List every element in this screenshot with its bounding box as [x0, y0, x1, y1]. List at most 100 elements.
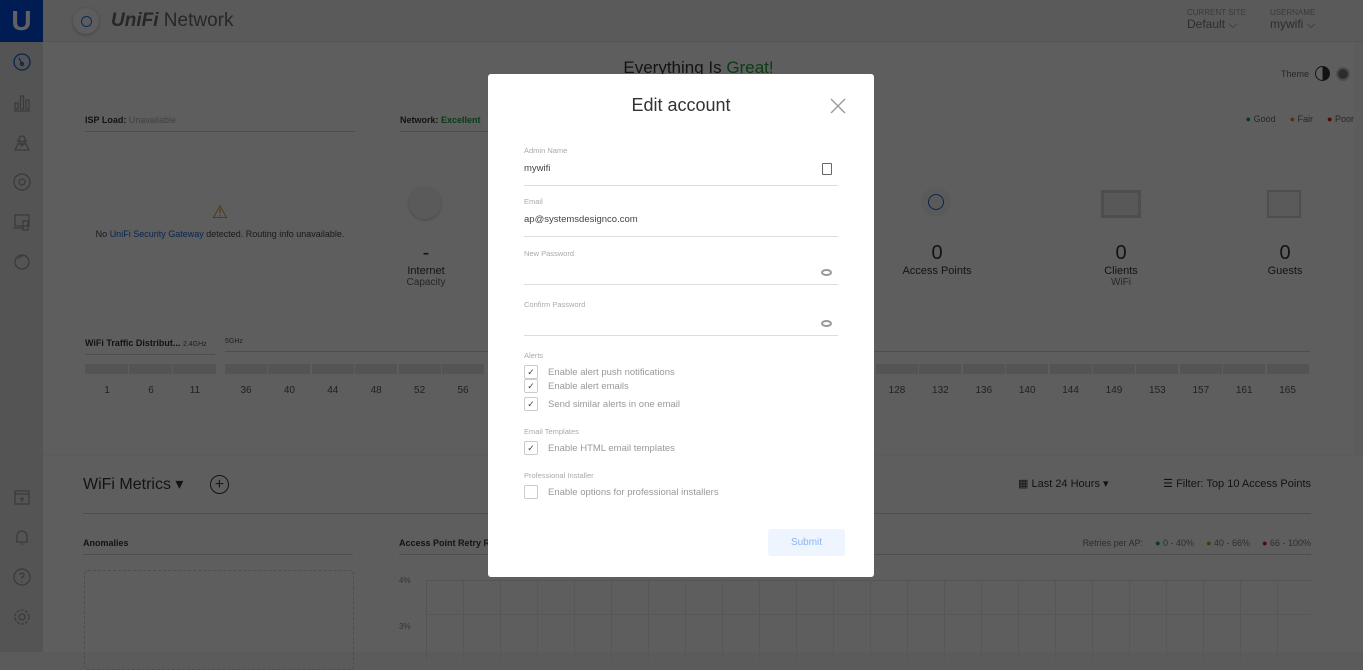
checkbox[interactable]: ✓: [524, 365, 538, 379]
filter-button[interactable]: ☰ Filter: Top 10 Access Points: [1163, 477, 1311, 490]
settings-gear-icon[interactable]: [0, 597, 43, 637]
site-selector[interactable]: CURRENT SITE Default ⌵: [1187, 8, 1246, 32]
channel-label: 157: [1192, 385, 1210, 396]
admin-name-field: Admin Name: [524, 146, 838, 186]
channel-label: 1: [104, 385, 110, 396]
legend-item: ● 0 - 40%: [1155, 538, 1194, 548]
stat-clients: 0 Clients WiFi: [1051, 242, 1191, 288]
statistics-icon[interactable]: [0, 82, 43, 122]
email-input[interactable]: [524, 214, 804, 225]
checkbox-row[interactable]: ✓ Enable alert emails: [524, 379, 629, 393]
channel-label: 36: [240, 385, 252, 396]
metrics-title: WiFi Metrics: [83, 476, 171, 493]
retry-title-text: Access Point Retry R: [399, 538, 491, 548]
isp-load-value: Unavailable: [128, 115, 176, 125]
legend-label: Fair: [1297, 114, 1314, 124]
retries-label: Retries per AP:: [1082, 538, 1144, 548]
close-icon[interactable]: [830, 98, 846, 114]
legend-item: ● 40 - 66%: [1206, 538, 1250, 548]
checkbox-label: Enable alert emails: [548, 380, 629, 392]
channel-label: 48: [370, 385, 382, 396]
help-icon[interactable]: [0, 557, 43, 597]
wifi-metrics-dropdown[interactable]: WiFi Metrics ▾: [83, 476, 183, 493]
filter-label: Filter: Top 10 Access Points: [1176, 478, 1311, 490]
gateway-msg-suffix: detected. Routing info unavailable.: [206, 229, 345, 239]
events-calendar-icon[interactable]: [0, 477, 43, 517]
warning-icon: ⚠: [211, 202, 229, 222]
email-templates-label: Email Templates: [524, 427, 579, 436]
user-menu[interactable]: USERNAME mywifi ⌵: [1270, 8, 1316, 32]
clients-icon[interactable]: [0, 202, 43, 242]
network-status: Network: Excellent: [400, 115, 490, 132]
add-metric-button[interactable]: +: [209, 475, 229, 494]
anomalies-empty-box: [84, 570, 354, 670]
isp-load-label: ISP Load:: [85, 115, 127, 125]
new-password-input[interactable]: [524, 266, 804, 277]
edit-account-modal: Edit account Admin Name Email New Passwo…: [488, 74, 874, 577]
alerts-label: Alerts: [524, 351, 544, 360]
app-name: Network: [163, 10, 234, 31]
alerts-bell-icon[interactable]: [0, 517, 43, 557]
stat-guests: 0 Guests: [1215, 242, 1355, 277]
security-gateway-link[interactable]: UniFi Security Gateway: [110, 229, 204, 239]
channel-bar: [1266, 364, 1309, 374]
checkbox-label: Enable HTML email templates: [548, 442, 675, 454]
admin-name-input[interactable]: [524, 163, 804, 174]
legend-dot: ●: [1206, 538, 1214, 548]
stat-access-points: 0 Access Points: [867, 242, 1007, 277]
sidebar: U: [0, 0, 43, 652]
legend-item: ● Good: [1246, 114, 1276, 124]
map-icon[interactable]: [0, 122, 43, 162]
stat-label: Clients: [1104, 265, 1138, 277]
show-password-eye-icon[interactable]: [821, 320, 832, 327]
legend-dot: ●: [1262, 538, 1270, 548]
channel-label: 44: [327, 385, 339, 396]
confirm-password-input[interactable]: [524, 317, 804, 328]
network-value: Excellent: [441, 115, 481, 125]
admin-name-label: Admin Name: [524, 146, 568, 155]
checkbox[interactable]: ✓: [524, 397, 538, 411]
channel-bar: [173, 364, 216, 374]
channel-bar: [1006, 364, 1049, 374]
channel-bar: [1223, 364, 1266, 374]
app-brand: UniFi Network: [73, 8, 233, 34]
email-label: Email: [524, 197, 543, 206]
dark-theme-icon[interactable]: [1336, 66, 1350, 81]
insights-icon[interactable]: [0, 242, 43, 282]
checkbox-row[interactable]: ✓ Send similar alerts in one email: [524, 397, 680, 411]
checkbox[interactable]: ✓: [524, 441, 538, 455]
professional-installer-label: Professional Installer: [524, 471, 594, 480]
light-theme-icon[interactable]: [1315, 66, 1330, 81]
checkbox-row[interactable]: Enable options for professional installe…: [524, 485, 719, 499]
checkbox[interactable]: ✓: [524, 379, 538, 393]
legend-item: ● 66 - 100%: [1262, 538, 1311, 548]
new-password-label: New Password: [524, 249, 575, 258]
isp-load: ISP Load: Unavailable: [85, 115, 355, 132]
show-password-eye-icon[interactable]: [821, 269, 832, 276]
clients-devices-icon: [1101, 190, 1141, 218]
channel-bar: [268, 364, 311, 374]
quality-legend: ● Good ● Fair ● Poor: [1246, 114, 1354, 124]
contact-card-icon[interactable]: [822, 163, 832, 175]
checkbox[interactable]: [524, 485, 538, 499]
checkbox-row[interactable]: ✓ Enable alert push notifications: [524, 365, 675, 379]
channel-bar: [129, 364, 172, 374]
legend-dot: ●: [1155, 538, 1164, 548]
channel-label: 132: [932, 385, 949, 396]
dashboard-icon[interactable]: [0, 42, 43, 82]
checkbox-label: Send similar alerts in one email: [548, 398, 681, 410]
channel-bar: [311, 364, 354, 374]
submit-button[interactable]: Submit: [768, 529, 845, 556]
legend-item: ● Fair: [1290, 114, 1313, 124]
channel-bar: [398, 364, 441, 374]
channel-bar: [225, 364, 267, 374]
ubiquiti-logo[interactable]: U: [0, 0, 43, 42]
devices-icon[interactable]: [0, 162, 43, 202]
network-label: Network:: [400, 115, 439, 125]
channel-label: 40: [283, 385, 295, 396]
channel-label: 52: [414, 385, 426, 396]
stat-label: Access Points: [902, 265, 972, 277]
brand-name: UniFi: [111, 10, 159, 31]
checkbox-row[interactable]: ✓ Enable HTML email templates: [524, 441, 675, 455]
time-range-dropdown[interactable]: ▦ Last 24 Hours ▾: [1018, 477, 1109, 490]
